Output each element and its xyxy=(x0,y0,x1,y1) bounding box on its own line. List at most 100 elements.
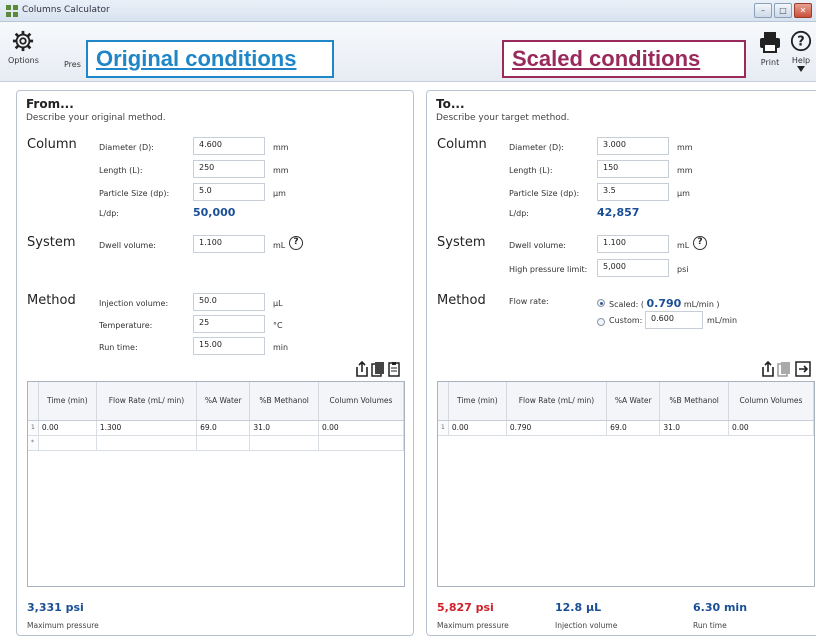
custom-flow-unit: mL/min xyxy=(707,316,738,325)
flow-rate-label: Flow rate: xyxy=(509,297,549,306)
diameter-input[interactable]: 4.600 xyxy=(193,137,265,155)
copy-icon[interactable] xyxy=(777,361,791,377)
chevron-down-icon[interactable] xyxy=(797,66,805,72)
col-time[interactable]: Time (min) xyxy=(38,382,97,421)
scaled-radio[interactable] xyxy=(597,299,605,307)
gradient-table[interactable]: Time (min) Flow Rate (mL/ min) %A Water … xyxy=(437,381,815,587)
presets-button[interactable]: Pres xyxy=(64,60,81,69)
help-label: Help xyxy=(791,56,811,65)
dwell-input[interactable]: 1.100 xyxy=(193,235,265,253)
max-pressure-value: 5,827 psi xyxy=(437,601,494,614)
particle-unit: μm xyxy=(273,189,286,198)
cell-a[interactable]: 69.0 xyxy=(606,420,661,436)
col-flow[interactable]: Flow Rate (mL/ min) xyxy=(96,382,198,421)
export-icon[interactable] xyxy=(795,361,811,377)
max-pressure-label: Maximum pressure xyxy=(27,621,99,630)
col-cv[interactable]: Column Volumes xyxy=(728,382,815,421)
from-subtitle: Describe your original method. xyxy=(26,113,166,123)
close-button[interactable]: ✕ xyxy=(794,3,812,18)
particle-label: Particle Size (dp): xyxy=(99,189,170,198)
cell-cv[interactable]: 0.00 xyxy=(318,420,405,436)
cell-time[interactable]: 0.00 xyxy=(448,420,507,436)
dwell-label: Dwell volume: xyxy=(99,241,156,250)
svg-text:?: ? xyxy=(797,35,804,50)
dwell-help-icon[interactable]: ? xyxy=(693,236,707,250)
temperature-label: Temperature: xyxy=(99,321,153,330)
method-heading: Method xyxy=(27,293,76,308)
runtime-unit: min xyxy=(273,343,289,352)
cell-flow[interactable]: 0.790 xyxy=(506,420,608,436)
new-row[interactable]: * xyxy=(28,435,405,451)
options-button[interactable]: Options xyxy=(8,30,39,65)
from-panel: From... Describe your original method. C… xyxy=(16,90,414,636)
import-icon[interactable] xyxy=(355,361,369,377)
injection-input[interactable]: 50.0 xyxy=(193,293,265,311)
to-title: To... xyxy=(436,97,465,111)
particle-input[interactable]: 3.5 xyxy=(597,183,669,201)
high-pressure-input[interactable]: 5,000 xyxy=(597,259,669,277)
table-row[interactable]: 1 0.00 1.300 69.0 31.0 0.00 xyxy=(28,420,405,436)
col-a[interactable]: %A Water xyxy=(606,382,661,421)
temperature-unit: °C xyxy=(273,321,283,330)
injection-label: Injection volume: xyxy=(99,299,169,308)
high-pressure-label: High pressure limit: xyxy=(509,265,588,274)
runtime-label: Run time: xyxy=(99,343,138,352)
cell-a[interactable]: 69.0 xyxy=(196,420,251,436)
options-label: Options xyxy=(8,56,39,65)
table-row[interactable]: 1 0.00 0.790 69.0 31.0 0.00 xyxy=(438,420,815,436)
gradient-table[interactable]: Time (min) Flow Rate (mL/ min) %A Water … xyxy=(27,381,405,587)
minimize-button[interactable]: – xyxy=(754,3,772,18)
length-input[interactable]: 150 xyxy=(597,160,669,178)
maximize-button[interactable]: □ xyxy=(774,3,792,18)
custom-radio[interactable] xyxy=(597,318,605,326)
run-time-value: 6.30 min xyxy=(693,601,748,614)
col-b[interactable]: %B Methanol xyxy=(659,382,729,421)
dwell-unit: mL xyxy=(677,241,690,250)
length-unit: mm xyxy=(677,166,693,175)
copy-icon[interactable] xyxy=(371,361,385,377)
scaled-option[interactable]: Scaled: ( 0.790 mL/min ) xyxy=(609,297,720,310)
dwell-input[interactable]: 1.100 xyxy=(597,235,669,253)
cell-time[interactable]: 0.00 xyxy=(38,420,97,436)
original-conditions-callout: Original conditions xyxy=(86,40,334,78)
col-flow[interactable]: Flow Rate (mL/ min) xyxy=(506,382,608,421)
help-button[interactable]: ? Help xyxy=(790,30,812,74)
system-heading: System xyxy=(27,235,76,250)
cell-cv[interactable]: 0.00 xyxy=(728,420,815,436)
custom-flow-input[interactable]: 0.600 xyxy=(645,311,703,329)
to-subtitle: Describe your target method. xyxy=(436,113,570,123)
col-cv[interactable]: Column Volumes xyxy=(318,382,405,421)
particle-input[interactable]: 5.0 xyxy=(193,183,265,201)
column-heading: Column xyxy=(437,137,487,152)
scaled-conditions-callout: Scaled conditions xyxy=(502,40,746,78)
new-row-marker: * xyxy=(28,435,39,451)
ldp-label: L/dp: xyxy=(99,209,120,218)
runtime-input[interactable]: 15.00 xyxy=(193,337,265,355)
cell-b[interactable]: 31.0 xyxy=(249,420,319,436)
length-input[interactable]: 250 xyxy=(193,160,265,178)
scaled-flow-value: 0.790 xyxy=(646,297,682,310)
temperature-input[interactable]: 25 xyxy=(193,315,265,333)
dwell-label: Dwell volume: xyxy=(509,241,566,250)
dwell-help-icon[interactable]: ? xyxy=(289,236,303,250)
max-pressure-value: 3,331 psi xyxy=(27,601,84,614)
row-marker: 1 xyxy=(438,420,449,436)
diameter-input[interactable]: 3.000 xyxy=(597,137,669,155)
system-heading: System xyxy=(437,235,486,250)
custom-label: Custom: xyxy=(609,316,643,325)
import-icon[interactable] xyxy=(761,361,775,377)
window-title: Columns Calculator xyxy=(22,5,110,15)
help-icon: ? xyxy=(790,30,812,52)
run-time-label: Run time xyxy=(693,621,727,630)
col-a[interactable]: %A Water xyxy=(196,382,251,421)
col-b[interactable]: %B Methanol xyxy=(249,382,319,421)
injection-volume-value: 12.8 μL xyxy=(555,601,602,614)
title-bar: Columns Calculator – □ ✕ xyxy=(0,0,816,22)
col-time[interactable]: Time (min) xyxy=(448,382,507,421)
scaled-prefix: Scaled: ( xyxy=(609,300,644,309)
high-pressure-unit: psi xyxy=(677,265,689,274)
print-button[interactable]: Print xyxy=(758,30,782,67)
cell-flow[interactable]: 1.300 xyxy=(96,420,198,436)
clipboard-icon[interactable] xyxy=(387,361,401,377)
cell-b[interactable]: 31.0 xyxy=(659,420,729,436)
